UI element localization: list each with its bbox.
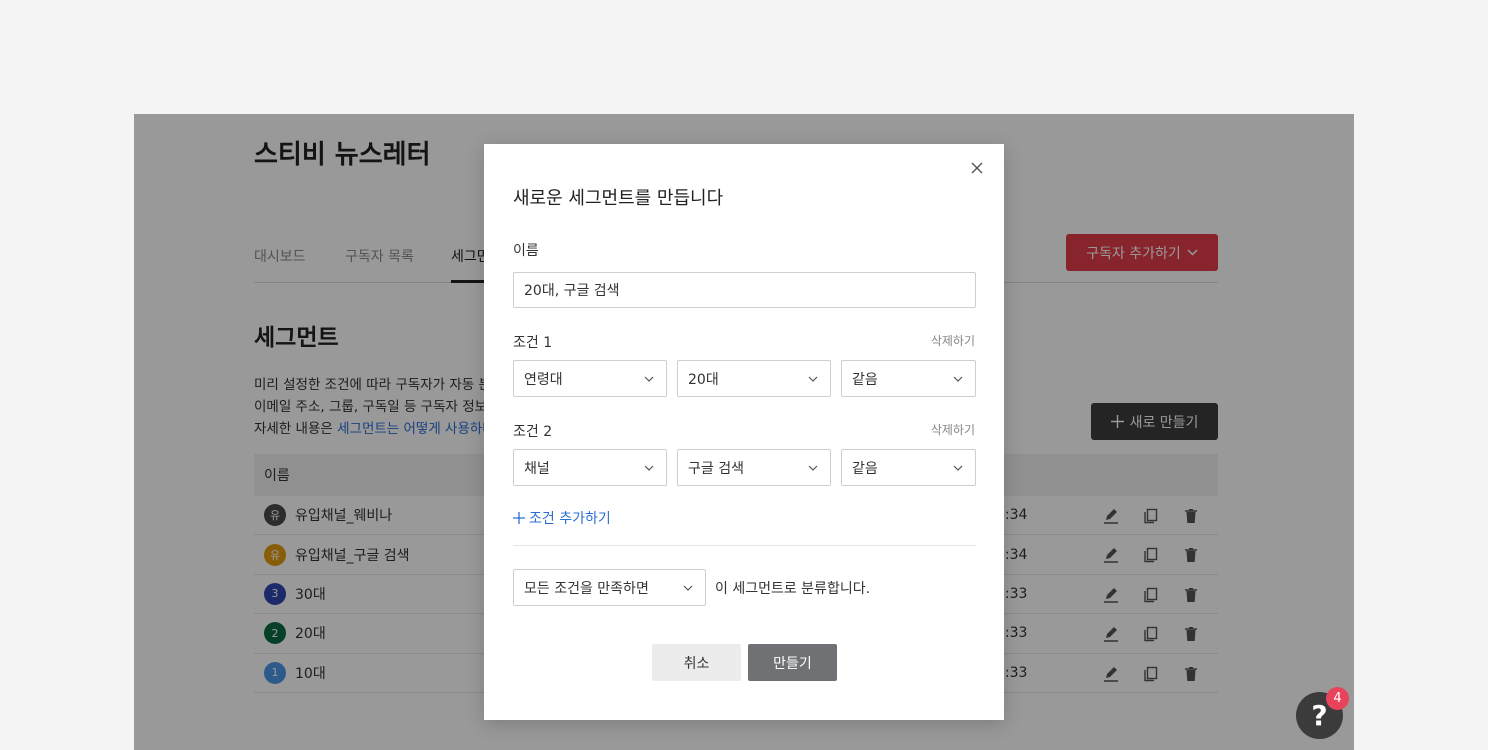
chevron-down-icon	[683, 585, 693, 591]
condition-1-field-value: 연령대	[524, 371, 563, 388]
close-icon	[971, 162, 983, 174]
chevron-down-icon	[644, 465, 654, 471]
chevron-down-icon	[953, 465, 963, 471]
condition-2-operator: 같음	[852, 460, 878, 477]
plus-icon	[513, 512, 525, 524]
chevron-down-icon	[953, 376, 963, 382]
name-label: 이름	[513, 243, 539, 259]
question-icon: ?	[1311, 699, 1328, 732]
match-mode-value: 모든 조건을 만족하면	[524, 580, 649, 597]
condition-1-operator: 같음	[852, 371, 878, 388]
match-description: 이 세그먼트로 분류합니다.	[715, 581, 871, 597]
condition-2-field-value: 채널	[524, 460, 550, 477]
chevron-down-icon	[808, 376, 818, 382]
condition-2-field-select[interactable]: 채널	[513, 449, 667, 486]
condition-2-operator-select[interactable]: 같음	[841, 449, 976, 486]
condition-1-label: 조건 1	[513, 335, 553, 351]
condition-2-label: 조건 2	[513, 424, 553, 440]
cancel-button[interactable]: 취소	[652, 644, 741, 681]
condition-1-value: 20대	[688, 371, 719, 388]
notification-badge: 4	[1326, 687, 1349, 710]
match-mode-select[interactable]: 모든 조건을 만족하면	[513, 569, 706, 606]
chevron-down-icon	[808, 465, 818, 471]
close-button[interactable]	[967, 158, 987, 178]
create-button[interactable]: 만들기	[748, 644, 837, 681]
add-condition-button[interactable]: 조건 추가하기	[513, 508, 611, 528]
create-segment-modal: 새로운 세그먼트를 만듭니다 이름 조건 1 삭제하기 연령대 20대 같음 조…	[484, 144, 1004, 720]
condition-2-value-select[interactable]: 구글 검색	[677, 449, 831, 486]
divider	[513, 545, 976, 546]
condition-1-delete[interactable]: 삭제하기	[931, 332, 975, 349]
condition-1-operator-select[interactable]: 같음	[841, 360, 976, 397]
segment-name-input[interactable]	[513, 272, 976, 308]
condition-2-value: 구글 검색	[688, 460, 744, 477]
condition-2-delete[interactable]: 삭제하기	[931, 421, 975, 438]
add-condition-label: 조건 추가하기	[529, 511, 611, 527]
chevron-down-icon	[644, 376, 654, 382]
condition-1-value-select[interactable]: 20대	[677, 360, 831, 397]
condition-1-field-select[interactable]: 연령대	[513, 360, 667, 397]
modal-title: 새로운 세그먼트를 만듭니다	[513, 188, 724, 209]
